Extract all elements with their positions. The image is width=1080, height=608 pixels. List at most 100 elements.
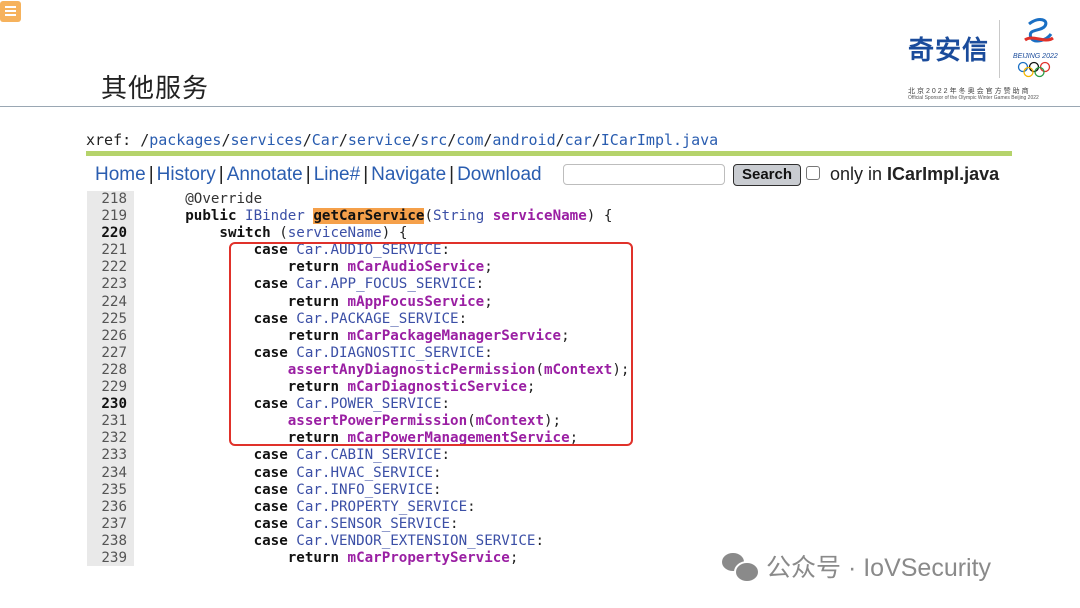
code-line: 234 case Car.HVAC_SERVICE: <box>87 465 629 482</box>
code-token: switch <box>134 225 280 242</box>
only-in-file-checkbox[interactable] <box>806 166 820 180</box>
code-token: : <box>467 498 476 515</box>
code-line: 218 @Override <box>87 191 629 208</box>
code-line: 239 return mCarPropertyService; <box>87 550 629 567</box>
search-button[interactable]: Search <box>733 164 801 186</box>
xref-sep: / <box>555 131 565 149</box>
line-number[interactable]: 218 <box>87 191 134 208</box>
watermark: 公众号 · IoVSecurity <box>722 548 991 584</box>
xref-path-link[interactable]: src <box>420 131 447 149</box>
line-number[interactable]: 239 <box>87 550 134 567</box>
wechat-icon <box>722 551 760 583</box>
line-number[interactable]: 229 <box>87 379 134 396</box>
line-number[interactable]: 234 <box>87 465 134 482</box>
code-token: Car.CABIN_SERVICE <box>296 447 442 464</box>
nav-link-annotate[interactable]: Annotate <box>227 164 303 186</box>
watermark-text: 公众号 · IoVSecurity <box>766 554 992 582</box>
code-token: case <box>134 481 297 498</box>
xref-path-link[interactable]: ICarImpl.java <box>601 131 718 149</box>
code-token: : <box>535 532 545 549</box>
xref-label: xref: <box>86 131 141 149</box>
code-token[interactable]: getCarService <box>313 208 425 225</box>
company-logo: 奇安信 <box>908 36 990 66</box>
logo-divider <box>999 20 1000 78</box>
xref-path-link[interactable]: car <box>565 131 592 149</box>
code-token[interactable]: serviceName <box>493 208 587 224</box>
search-input[interactable] <box>563 164 725 185</box>
code-line: 236 case Car.PROPERTY_SERVICE: <box>87 499 629 516</box>
xref-sep: / <box>140 131 150 149</box>
nav-separator: | <box>449 164 455 185</box>
code-token: Car.VENDOR_EXTENSION_SERVICE <box>296 532 536 549</box>
line-number[interactable]: 223 <box>87 276 134 293</box>
code-token: ) { <box>586 208 613 225</box>
code-token: case <box>134 515 297 532</box>
code-token: : <box>432 464 442 481</box>
code-token: case <box>134 532 297 549</box>
line-number[interactable]: 230 <box>87 396 134 413</box>
nav-link-history[interactable]: History <box>157 164 216 186</box>
nav-link-line[interactable]: Line# <box>314 164 361 186</box>
notes-icon[interactable] <box>0 1 21 22</box>
line-number[interactable]: 219 <box>87 208 134 225</box>
xref-path-link[interactable]: service <box>348 131 411 149</box>
xref-path-link[interactable]: Car <box>312 131 339 149</box>
line-number[interactable]: 233 <box>87 447 134 464</box>
code-token: ) { <box>381 225 408 242</box>
nav-link-home[interactable]: Home <box>95 164 146 186</box>
xref-path-link[interactable]: packages <box>149 131 221 149</box>
line-number[interactable]: 232 <box>87 430 134 447</box>
line-number[interactable]: 231 <box>87 413 134 430</box>
xref-sep: / <box>447 131 457 149</box>
xref-sep: / <box>338 131 348 149</box>
code-token: Car.SENSOR_SERVICE <box>296 515 451 532</box>
only-in-file-label: only in ICarImpl.java <box>830 164 1000 184</box>
line-number[interactable]: 221 <box>87 242 134 259</box>
code-token[interactable]: IBinder <box>245 208 313 224</box>
code-token: case <box>134 498 297 515</box>
code-token: Car.PROPERTY_SERVICE <box>296 498 468 515</box>
line-number[interactable]: 228 <box>87 362 134 379</box>
title-divider <box>0 106 1080 107</box>
highlight-box <box>229 242 633 446</box>
xref-breadcrumb: xref: /packages/services/Car/service/src… <box>86 131 718 149</box>
line-number[interactable]: 238 <box>87 533 134 550</box>
code-token: serviceName <box>287 225 382 242</box>
olympic-emblem-icon: BEIJING 2022 <box>1013 18 1058 78</box>
code-token: Car.HVAC_SERVICE <box>296 464 433 481</box>
xref-divider <box>86 151 1012 156</box>
nav-link-navigate[interactable]: Navigate <box>371 164 446 186</box>
xref-path-link[interactable]: com <box>456 131 483 149</box>
xref-path-link[interactable]: android <box>492 131 555 149</box>
code-line: 220 switch (serviceName) { <box>87 225 629 242</box>
nav-separator: | <box>363 164 369 185</box>
code-token: case <box>134 464 297 481</box>
emblem-text: BEIJING 2022 <box>1013 53 1058 60</box>
line-number[interactable]: 225 <box>87 311 134 328</box>
xref-sep: / <box>591 131 601 149</box>
xref-path-link[interactable]: services <box>231 131 303 149</box>
code-token: @Override <box>134 191 263 207</box>
code-token: ( <box>279 225 288 242</box>
code-token: : <box>441 447 451 464</box>
line-number[interactable]: 237 <box>87 516 134 533</box>
code-token: : <box>432 481 442 498</box>
line-number[interactable]: 235 <box>87 482 134 499</box>
code-token[interactable]: mCarPropertyService <box>348 550 510 566</box>
code-token[interactable]: String <box>433 208 493 224</box>
line-number[interactable]: 222 <box>87 259 134 276</box>
line-number[interactable]: 227 <box>87 345 134 362</box>
line-number[interactable]: 226 <box>87 328 134 345</box>
code-line: 237 case Car.SENSOR_SERVICE: <box>87 516 629 533</box>
code-token: : <box>450 515 459 532</box>
line-number[interactable]: 224 <box>87 294 134 311</box>
code-token: public <box>134 208 246 225</box>
line-number[interactable]: 220 <box>87 225 134 242</box>
line-number[interactable]: 236 <box>87 499 134 516</box>
nav-link-download[interactable]: Download <box>457 164 542 186</box>
code-token: ; <box>509 549 519 566</box>
nav-separator: | <box>148 164 154 185</box>
code-token: Car.INFO_SERVICE <box>296 481 433 498</box>
code-line: 233 case Car.CABIN_SERVICE: <box>87 447 629 464</box>
xref-sep: / <box>302 131 312 149</box>
